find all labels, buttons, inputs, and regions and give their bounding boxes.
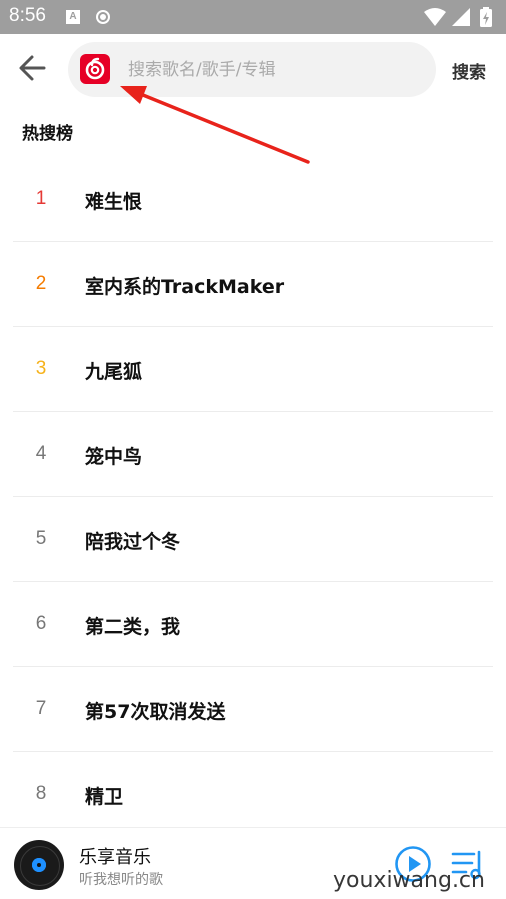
status-right-icons bbox=[424, 7, 492, 27]
hot-search-rank: 3 bbox=[35, 358, 47, 379]
hot-search-title: 热搜榜 bbox=[22, 124, 73, 144]
search-button[interactable]: 搜索 bbox=[452, 58, 486, 83]
hot-search-item[interactable]: 3 九尾狐 bbox=[13, 327, 493, 412]
hot-search-song: 精卫 bbox=[85, 786, 124, 808]
netease-cloud-music-logo bbox=[80, 54, 110, 84]
hot-search-rank: 4 bbox=[35, 443, 47, 464]
player-title: 乐享音乐 bbox=[79, 847, 151, 868]
hot-search-song: 室内系的TrackMaker bbox=[85, 276, 285, 298]
hot-search-song: 第57次取消发送 bbox=[85, 701, 226, 723]
hot-search-rank: 5 bbox=[35, 528, 47, 549]
hot-search-item[interactable]: 8 精卫 bbox=[13, 752, 493, 837]
signal-icon bbox=[452, 8, 470, 26]
hot-search-item[interactable]: 7 第57次取消发送 bbox=[13, 667, 493, 752]
hot-search-rank: 7 bbox=[35, 698, 47, 719]
arrow-left-icon bbox=[19, 55, 46, 81]
hot-search-item[interactable]: 5 陪我过个冬 bbox=[13, 497, 493, 582]
hot-search-song: 九尾狐 bbox=[85, 361, 143, 383]
hot-search-item[interactable]: 2 室内系的TrackMaker bbox=[13, 242, 493, 327]
hot-search-song: 第二类，我 bbox=[85, 616, 181, 638]
wifi-icon bbox=[424, 8, 446, 26]
mini-player[interactable]: 乐享音乐 听我想听的歌 youxiwang.cn bbox=[0, 827, 506, 899]
album-disc-icon[interactable] bbox=[14, 840, 64, 890]
player-subtitle: 听我想听的歌 bbox=[79, 872, 163, 888]
watermark-text: youxiwang.cn bbox=[333, 868, 485, 893]
back-button[interactable] bbox=[14, 50, 54, 86]
battery-charging-icon bbox=[480, 7, 492, 27]
hot-search-rank: 8 bbox=[35, 783, 47, 804]
hot-search-item[interactable]: 4 笼中鸟 bbox=[13, 412, 493, 497]
status-time: 8:56 bbox=[9, 5, 46, 26]
hot-search-rank: 6 bbox=[35, 613, 47, 634]
hot-search-song: 陪我过个冬 bbox=[85, 531, 181, 553]
hot-search-song: 难生恨 bbox=[85, 191, 143, 213]
hot-search-list: 1 难生恨 2 室内系的TrackMaker 3 九尾狐 4 笼中鸟 5 陪我过… bbox=[0, 157, 506, 837]
hot-search-item[interactable]: 6 第二类，我 bbox=[13, 582, 493, 667]
status-bar: 8:56 A bbox=[0, 0, 506, 34]
hot-search-rank: 1 bbox=[35, 188, 47, 209]
hot-search-item[interactable]: 1 难生恨 bbox=[13, 157, 493, 242]
search-input[interactable] bbox=[128, 57, 418, 83]
hot-search-rank: 2 bbox=[35, 273, 47, 294]
search-box[interactable] bbox=[68, 42, 436, 97]
search-header: 搜索 bbox=[0, 34, 506, 102]
record-icon bbox=[96, 10, 110, 24]
a-notification-icon: A bbox=[66, 10, 80, 24]
hot-search-song: 笼中鸟 bbox=[85, 446, 143, 468]
